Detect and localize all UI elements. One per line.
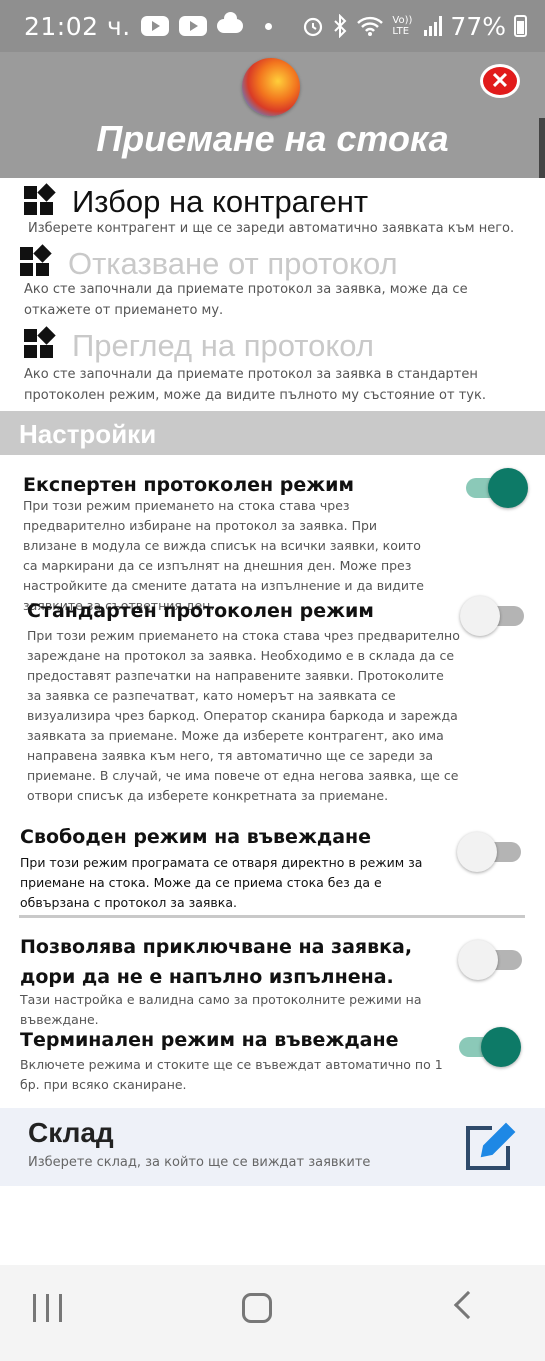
wifi-icon <box>357 16 384 36</box>
menu-item-description: Изберете контрагент и ще се зареди автом… <box>28 221 515 236</box>
alarm-icon <box>304 17 323 37</box>
option-title: Терминален режим на въвеждане <box>20 1029 399 1051</box>
app-header: ✕ Приемане на стока <box>0 52 545 178</box>
close-button[interactable]: ✕ <box>480 64 520 98</box>
menu-item-description: Ако сте започнали да приемате протокол з… <box>24 282 468 318</box>
menu-item-select-counterparty[interactable]: Избор на контрагент Изберете контрагент … <box>0 178 545 240</box>
option-description: Тази настройка е валидна само за протоко… <box>20 992 422 1027</box>
option-description: При този режим програмата се отваря дире… <box>20 855 423 910</box>
menu-item-label: Преглед на протокол <box>72 328 374 363</box>
option-title: Позволява приключване на заявка, дори да… <box>20 936 413 988</box>
youtube-icon <box>140 16 169 36</box>
network-type: Vo)) LTE <box>392 15 413 37</box>
notification-dot-icon <box>264 22 272 30</box>
option-description: При този режим приемането на стока става… <box>27 628 460 803</box>
signal-icon <box>424 16 443 36</box>
option-title: Свободен режим на въвеждане <box>20 826 372 848</box>
bluetooth-icon <box>334 14 347 38</box>
option-description: Включете режима и стоките ще се въвеждат… <box>20 1057 443 1092</box>
menu-item-cancel-protocol[interactable]: Отказване от протокол Ако сте започнали … <box>0 240 545 322</box>
menu-item-label: Избор на контрагент <box>72 184 369 219</box>
page-title: Приемане на стока <box>96 118 449 159</box>
edit-icon[interactable] <box>462 1120 518 1174</box>
status-bar: 21:02 ч. Vo)) LTE 77% <box>0 0 545 52</box>
widgets-icon <box>24 183 56 216</box>
battery-percent: 77% <box>450 11 506 41</box>
free-entry-mode-toggle[interactable] <box>457 832 521 872</box>
scroll-indicator <box>539 118 545 178</box>
close-icon: ✕ <box>490 68 510 93</box>
settings-header: Настройки <box>0 411 545 455</box>
menu-item-description: Ако сте започнали да приемате протокол з… <box>24 367 486 403</box>
terminal-entry-mode-toggle[interactable] <box>457 1027 521 1067</box>
widgets-icon <box>24 326 56 359</box>
menu-item-label: Отказване от протокол <box>68 246 398 281</box>
youtube-icon <box>178 16 207 36</box>
divider <box>19 915 525 918</box>
status-time: 21:02 ч. <box>24 11 131 41</box>
menu-item-view-protocol[interactable]: Преглед на протокол Ако сте започнали да… <box>0 322 545 408</box>
allow-partial-close-toggle[interactable] <box>458 940 522 980</box>
cloud-icon <box>216 12 243 33</box>
recent-apps-icon[interactable] <box>33 1294 63 1322</box>
warehouse-title: Склад <box>28 1117 114 1148</box>
warehouse-description: Изберете склад, за който ще се виждат за… <box>28 1155 371 1170</box>
expert-protocol-mode-toggle[interactable] <box>464 468 528 508</box>
option-title: Експертен протоколен режим <box>23 474 354 496</box>
battery-icon <box>514 15 527 37</box>
standard-protocol-mode-toggle[interactable] <box>460 596 524 636</box>
option-title: Стандартен протоколен режим <box>27 600 374 622</box>
widgets-icon <box>20 244 52 277</box>
app-logo <box>242 58 300 116</box>
home-icon[interactable] <box>242 1293 272 1323</box>
option-description: При този режим приемането на стока става… <box>23 498 424 613</box>
